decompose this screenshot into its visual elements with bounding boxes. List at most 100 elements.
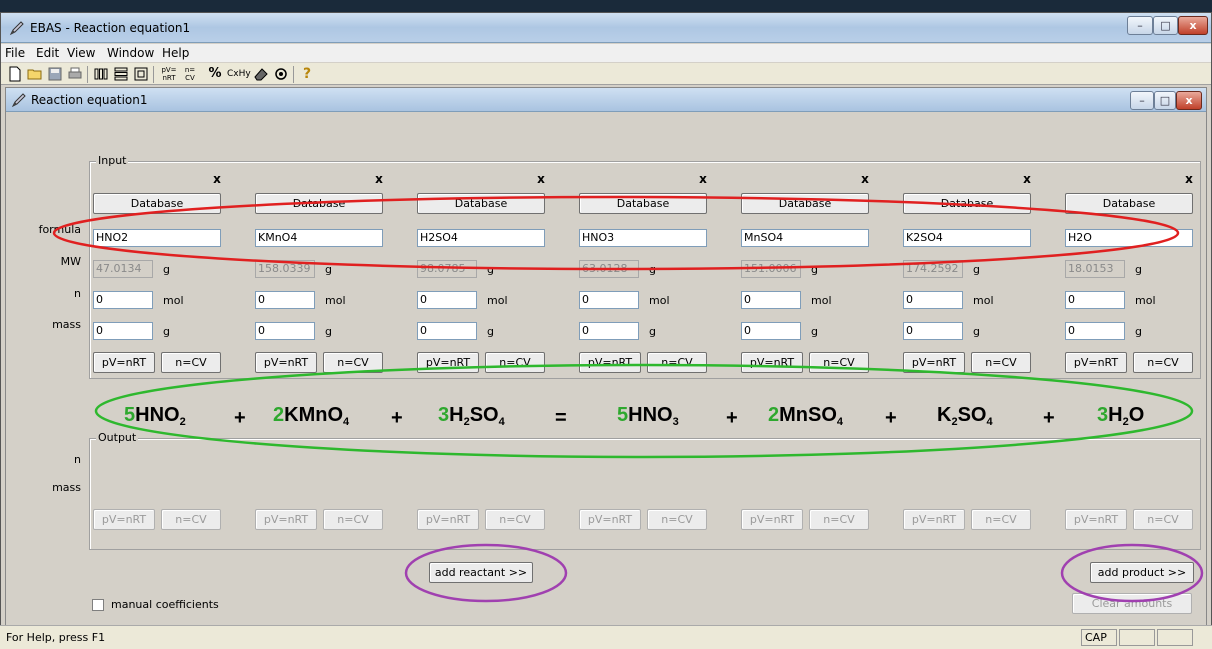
maximize-button[interactable]: □	[1153, 16, 1178, 35]
database-button[interactable]: Database	[903, 193, 1031, 214]
percent-icon[interactable]: %	[207, 66, 223, 82]
n-cv-button[interactable]: n=CV	[1133, 352, 1193, 373]
n-cv-button[interactable]: n=CV	[809, 352, 869, 373]
status-bar: For Help, press F1 CAP	[0, 625, 1212, 649]
mass-field[interactable]: 0	[1065, 322, 1125, 340]
moles-field[interactable]: 0	[741, 291, 801, 309]
print-icon[interactable]	[67, 66, 83, 82]
database-button[interactable]: Database	[1065, 193, 1193, 214]
moles-field[interactable]: 0	[255, 291, 315, 309]
eraser-icon[interactable]	[253, 66, 269, 82]
output-pv-nrt-button[interactable]: pV=nRT	[741, 509, 803, 530]
database-button[interactable]: Database	[255, 193, 383, 214]
n-cv-button[interactable]: n=CV	[971, 352, 1031, 373]
remove-species-button[interactable]: x	[370, 172, 388, 188]
pv-nrt-button[interactable]: pV=nRT	[579, 352, 641, 373]
output-n-cv-button[interactable]: n=CV	[647, 509, 707, 530]
moles-field[interactable]: 0	[1065, 291, 1125, 309]
output-n-cv-button[interactable]: n=CV	[809, 509, 869, 530]
new-file-icon[interactable]	[7, 66, 23, 82]
menu-edit[interactable]: Edit	[36, 46, 59, 60]
database-button[interactable]: Database	[93, 193, 221, 214]
moles-field[interactable]: 0	[903, 291, 963, 309]
output-pv-nrt-button[interactable]: pV=nRT	[417, 509, 479, 530]
plus-sign: +	[885, 407, 897, 429]
window-title: EBAS - Reaction equation1	[30, 21, 191, 35]
remove-species-button[interactable]: x	[1018, 172, 1036, 188]
child-close-button[interactable]: x	[1176, 91, 1202, 110]
menu-bar: File Edit View Window Help	[1, 44, 1211, 62]
database-button[interactable]: Database	[741, 193, 869, 214]
mass-field[interactable]: 0	[417, 322, 477, 340]
output-n-cv-button[interactable]: n=CV	[485, 509, 545, 530]
columns-icon[interactable]	[93, 66, 109, 82]
formula-field[interactable]: HNO3	[579, 229, 707, 247]
rows-icon[interactable]	[113, 66, 129, 82]
mass-field[interactable]: 0	[741, 322, 801, 340]
pv-nrt-button[interactable]: pV=nRT	[741, 352, 803, 373]
save-icon[interactable]	[47, 66, 63, 82]
moles-field[interactable]: 0	[579, 291, 639, 309]
remove-species-button[interactable]: x	[856, 172, 874, 188]
add-reactant-button[interactable]: add reactant >>	[429, 562, 533, 583]
pv-nrt-button[interactable]: pV=nRT	[1065, 352, 1127, 373]
help-icon[interactable]: ?	[299, 66, 315, 82]
output-pv-nrt-button[interactable]: pV=nRT	[903, 509, 965, 530]
formula-text: H	[1108, 404, 1123, 426]
output-n-cv-button[interactable]: n=CV	[323, 509, 383, 530]
formula-field[interactable]: HNO2	[93, 229, 221, 247]
mass-field[interactable]: 0	[903, 322, 963, 340]
formula-field[interactable]: K2SO4	[903, 229, 1031, 247]
moles-field[interactable]: 0	[93, 291, 153, 309]
mass-field[interactable]: 0	[255, 322, 315, 340]
mw-field: 98.0785	[417, 260, 477, 278]
formula-field[interactable]: H2SO4	[417, 229, 545, 247]
menu-window[interactable]: Window	[107, 46, 154, 60]
pv-nrt-button[interactable]: pV=nRT	[903, 352, 965, 373]
mass-field[interactable]: 0	[579, 322, 639, 340]
output-pv-nrt-button[interactable]: pV=nRT	[255, 509, 317, 530]
pv-nrt-button[interactable]: pV=nRT	[255, 352, 317, 373]
manual-coefficients-checkbox[interactable]	[92, 599, 104, 611]
gear-icon[interactable]	[273, 66, 289, 82]
remove-species-button[interactable]: x	[1180, 172, 1198, 188]
window-icon[interactable]	[133, 66, 149, 82]
cxhy-icon[interactable]: CxHy	[227, 66, 251, 82]
menu-help[interactable]: Help	[162, 46, 189, 60]
open-folder-icon[interactable]	[27, 66, 43, 82]
mw-unit: g	[1135, 263, 1142, 276]
output-n-cv-button[interactable]: n=CV	[161, 509, 221, 530]
output-n-cv-button[interactable]: n=CV	[971, 509, 1031, 530]
formula-field[interactable]: KMnO4	[255, 229, 383, 247]
plus-sign: +	[234, 407, 246, 429]
close-button[interactable]: x	[1178, 16, 1208, 35]
mass-field[interactable]: 0	[93, 322, 153, 340]
pv-nrt-button[interactable]: pV=nRT	[417, 352, 479, 373]
n-cv-button[interactable]: n=CV	[161, 352, 221, 373]
menu-file[interactable]: File	[5, 46, 25, 60]
n-cv-button[interactable]: n=CV	[485, 352, 545, 373]
child-minimize-button[interactable]: –	[1130, 91, 1154, 110]
formula-field[interactable]: H2O	[1065, 229, 1193, 247]
output-pv-nrt-button[interactable]: pV=nRT	[579, 509, 641, 530]
output-n-cv-button[interactable]: n=CV	[1133, 509, 1193, 530]
pv-nrt-icon[interactable]: pV= nRT	[158, 66, 180, 82]
pv-nrt-button[interactable]: pV=nRT	[93, 352, 155, 373]
clear-amounts-button[interactable]: Clear amounts	[1072, 593, 1192, 614]
remove-species-button[interactable]: x	[532, 172, 550, 188]
moles-field[interactable]: 0	[417, 291, 477, 309]
child-maximize-button[interactable]: □	[1154, 91, 1176, 110]
menu-view[interactable]: View	[67, 46, 95, 60]
formula-field[interactable]: MnSO4	[741, 229, 869, 247]
minimize-button[interactable]: –	[1127, 16, 1153, 35]
add-product-button[interactable]: add product >>	[1090, 562, 1194, 583]
n-cv-button[interactable]: n=CV	[323, 352, 383, 373]
output-pv-nrt-button[interactable]: pV=nRT	[93, 509, 155, 530]
n-cv-button[interactable]: n=CV	[647, 352, 707, 373]
remove-species-button[interactable]: x	[694, 172, 712, 188]
database-button[interactable]: Database	[417, 193, 545, 214]
output-pv-nrt-button[interactable]: pV=nRT	[1065, 509, 1127, 530]
remove-species-button[interactable]: x	[208, 172, 226, 188]
n-cv-icon[interactable]: n= CV	[181, 66, 199, 82]
database-button[interactable]: Database	[579, 193, 707, 214]
